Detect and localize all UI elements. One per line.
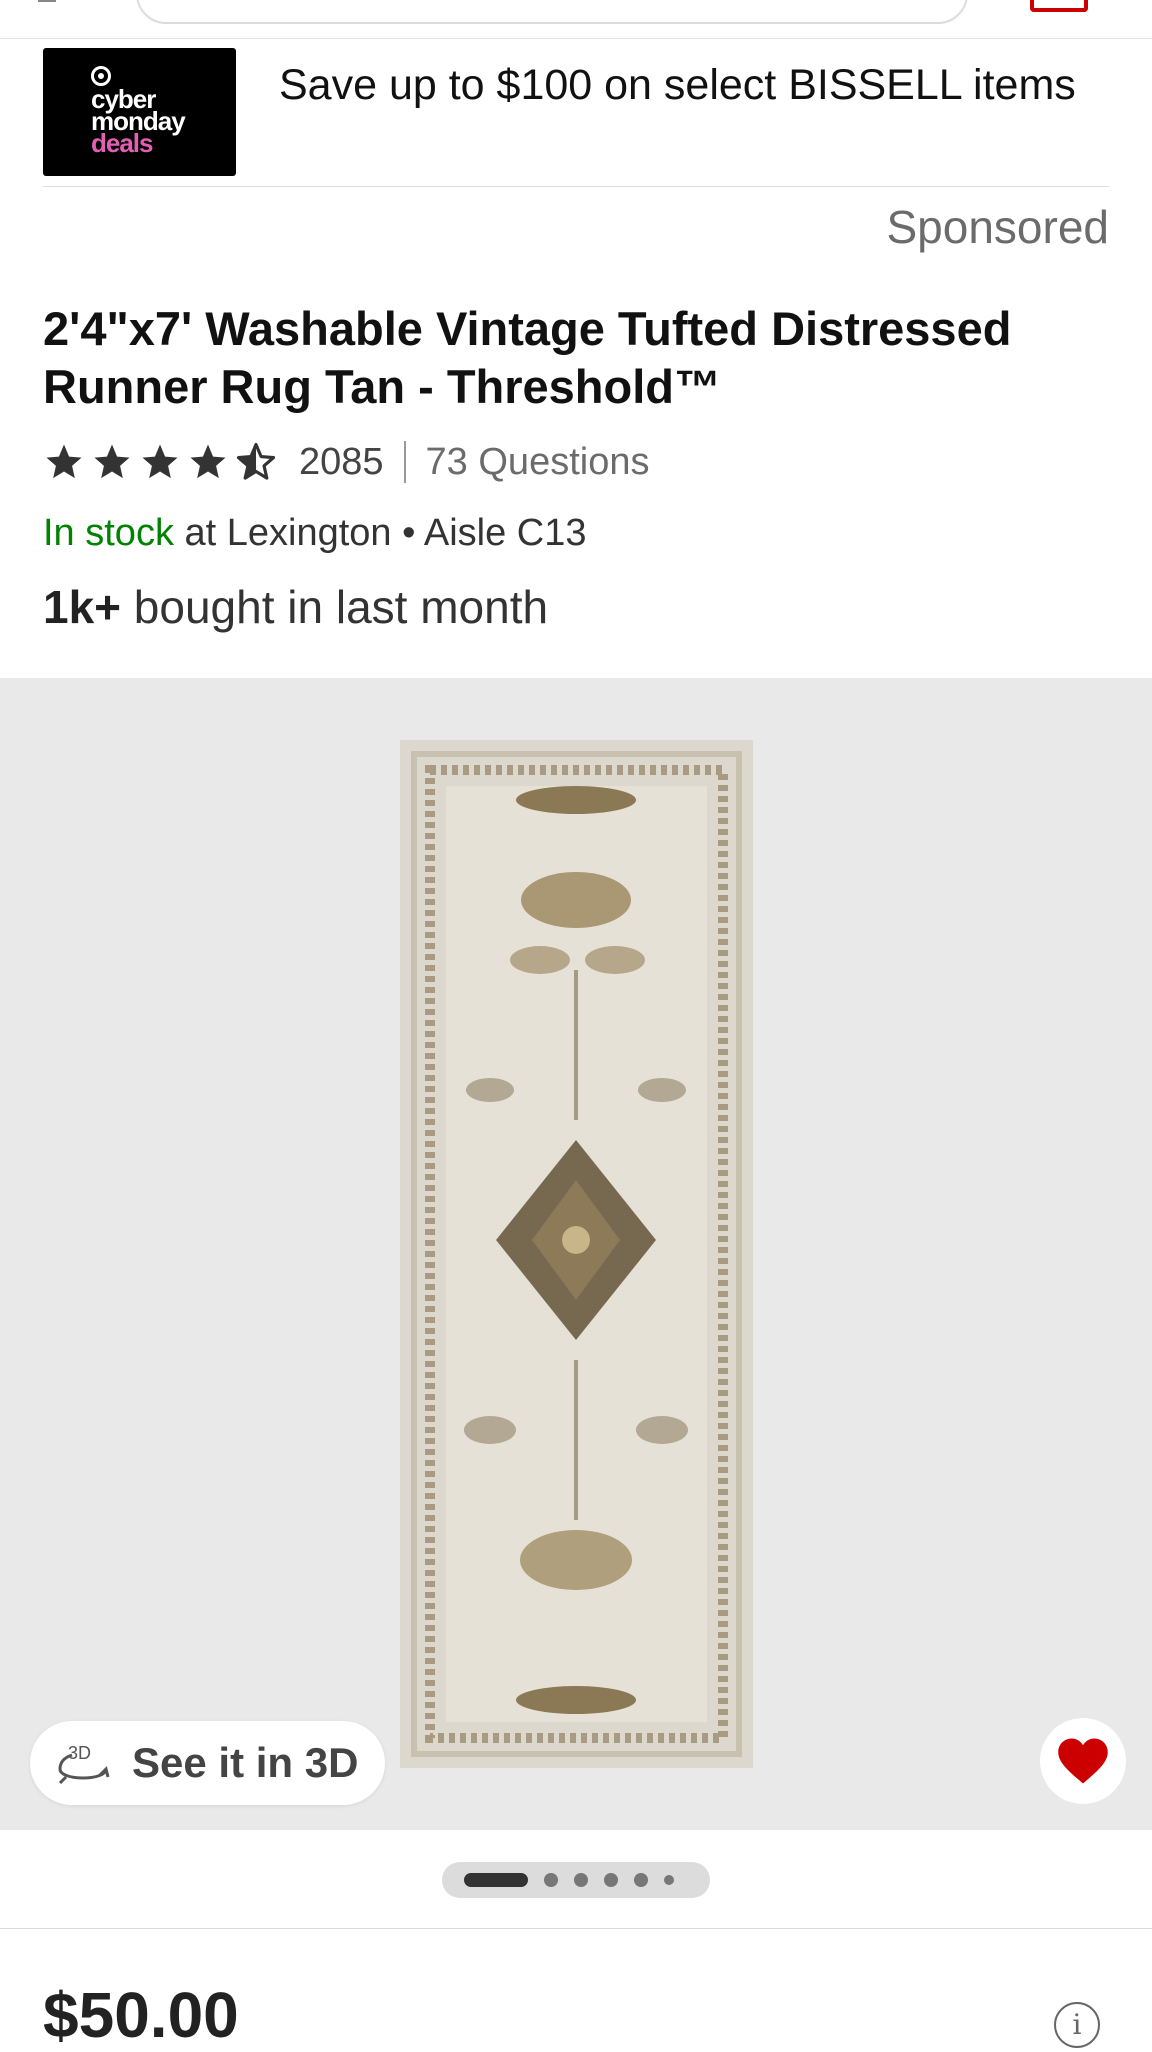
bullseye-logo-icon	[91, 66, 111, 86]
carousel-indicator[interactable]	[442, 1862, 710, 1898]
bought-count-text: bought in last month	[121, 581, 549, 633]
heart-icon	[1058, 1738, 1108, 1784]
product-title: 2'4"x7' Washable Vintage Tufted Distress…	[43, 302, 1012, 413]
carousel-dot[interactable]	[634, 1873, 648, 1887]
info-icon[interactable]: i	[1054, 2002, 1100, 2048]
carousel-dot[interactable]	[574, 1873, 588, 1887]
star-icon	[190, 444, 226, 479]
half-star-icon	[236, 442, 276, 480]
in-stock-label: In stock	[43, 512, 174, 554]
back-arrow-icon[interactable]	[38, 0, 56, 2]
promo-text[interactable]: Save up to $100 on select BISSELL items	[279, 58, 1099, 113]
questions-link[interactable]: 73 Questions	[426, 441, 650, 484]
see-in-3d-button[interactable]: 3D See it in 3D	[30, 1721, 385, 1805]
store-location: at Lexington • Aisle C13	[173, 512, 587, 554]
bought-count: 1k+ bought in last month	[43, 580, 548, 634]
see-in-3d-label: See it in 3D	[132, 1739, 359, 1786]
promo-banner[interactable]: cyber monday deals Save up to $100 on se…	[43, 48, 1109, 187]
badge-text: cyber monday deals	[91, 86, 186, 156]
top-bar	[0, 0, 1152, 39]
stock-status[interactable]: In stock at Lexington • Aisle C13	[43, 512, 587, 555]
svg-text:3D: 3D	[68, 1743, 91, 1763]
star-icon	[94, 444, 130, 479]
star-rating[interactable]	[43, 441, 277, 483]
section-divider	[0, 1928, 1152, 1929]
carousel-dot[interactable]	[544, 1873, 558, 1887]
product-price: $50.00	[43, 1979, 239, 2051]
3d-rotate-icon: 3D	[58, 1743, 110, 1785]
favorite-button[interactable]	[1040, 1718, 1126, 1804]
rating-count[interactable]: 2085	[299, 441, 384, 484]
star-icon	[46, 444, 82, 479]
rating-divider	[403, 441, 406, 483]
cyber-monday-badge: cyber monday deals	[43, 48, 236, 176]
product-image	[400, 740, 753, 1768]
rating-row[interactable]: 2085 73 Questions	[43, 434, 649, 490]
star-icon	[142, 444, 178, 479]
cart-icon[interactable]	[1030, 0, 1088, 12]
product-image-carousel[interactable]: 3D See it in 3D	[0, 678, 1152, 1830]
carousel-dot-active[interactable]	[464, 1873, 528, 1887]
carousel-dot[interactable]	[664, 1875, 674, 1885]
sponsored-label: Sponsored	[886, 201, 1110, 253]
search-input[interactable]	[136, 0, 968, 24]
bought-count-value: 1k+	[43, 581, 122, 633]
carousel-dot[interactable]	[604, 1873, 618, 1887]
